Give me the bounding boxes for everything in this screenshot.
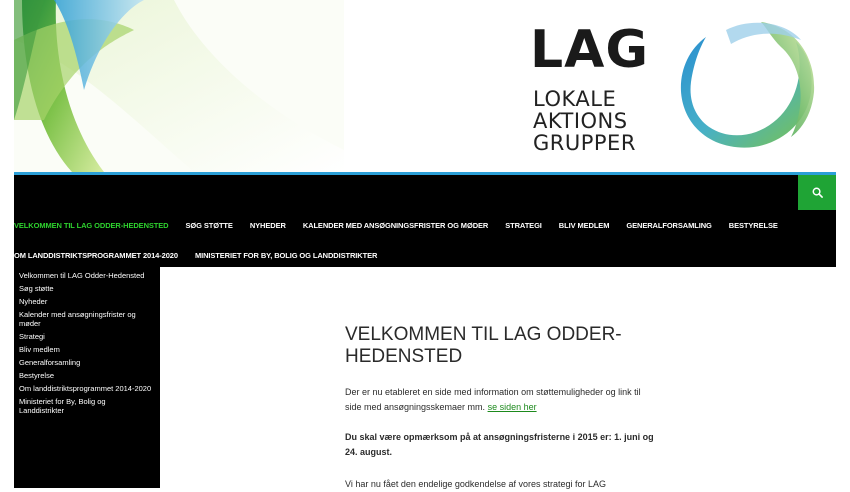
logo-line: GRUPPER: [533, 131, 636, 155]
page: LAG LOKALE AKTIONS GRUPPER VELKOMMEN TIL…: [14, 0, 836, 489]
sidebar-item-soeg-stoette[interactable]: Søg støtte: [14, 284, 160, 293]
logo-line: AKTIONS: [533, 109, 628, 133]
nav-row-secondary: OM LANDDISTRIKTSPROGRAMMET 2014-2020 MIN…: [14, 248, 394, 262]
sidebar-item-velkommen[interactable]: Velkommen til LAG Odder-Hedensted: [14, 271, 160, 280]
header-swoosh-graphic: [14, 0, 344, 172]
nav-item-ministeriet[interactable]: MINISTERIET FOR BY, BOLIG OG LANDDISTRIK…: [195, 251, 377, 260]
deadline-notice: Du skal være opmærksom på at ansøgningsf…: [345, 432, 654, 457]
sidebar-item-nyheder[interactable]: Nyheder: [14, 297, 160, 306]
nav-item-generalforsamling[interactable]: GENERALFORSAMLING: [626, 221, 711, 230]
nav-item-kalender[interactable]: KALENDER MED ANSØGNINGSFRISTER OG MØDER: [303, 221, 489, 230]
sidebar-item-landdistriktsprogrammet[interactable]: Om landdistriktsprogrammet 2014-2020: [14, 384, 160, 393]
sidebar-item-generalforsamling[interactable]: Generalforsamling: [14, 358, 160, 367]
sidebar-item-ministeriet[interactable]: Ministeriet for By, Bolig og Landdistrik…: [14, 397, 160, 415]
main-content: VELKOMMEN TIL LAG ODDER-HEDENSTED Der er…: [160, 267, 836, 489]
search-icon: [812, 187, 823, 198]
nav-row-primary: VELKOMMEN TIL LAG ODDER-HEDENSTED SØG ST…: [14, 218, 795, 232]
sidebar-item-kalender[interactable]: Kalender med ansøgningsfrister og møder: [14, 310, 160, 328]
logo-subtitle: LOKALE AKTIONS GRUPPER: [533, 88, 636, 154]
nav-item-bestyrelse[interactable]: BESTYRELSE: [729, 221, 778, 230]
nav-item-nyheder[interactable]: NYHEDER: [250, 221, 286, 230]
sidebar-item-bliv-medlem[interactable]: Bliv medlem: [14, 345, 160, 354]
nav-item-strategi[interactable]: STRATEGI: [505, 221, 542, 230]
sidebar-item-strategi[interactable]: Strategi: [14, 332, 160, 341]
nav-item-landdistriktsprogrammet[interactable]: OM LANDDISTRIKTSPROGRAMMET 2014-2020: [14, 251, 178, 260]
info-link[interactable]: se siden her: [488, 402, 537, 412]
sidebar-menu: Velkommen til LAG Odder-Hedensted Søg st…: [14, 267, 160, 488]
logo-line: LOKALE: [533, 87, 617, 111]
strategy-paragraph: Vi har nu fået den endelige godkendelse …: [345, 479, 607, 489]
nav-item-velkommen[interactable]: VELKOMMEN TIL LAG ODDER-HEDENSTED: [14, 221, 169, 230]
sidebar-item-bestyrelse[interactable]: Bestyrelse: [14, 371, 160, 380]
logo-ring-icon: [680, 22, 815, 148]
logo-wordmark: LAG: [530, 20, 650, 80]
page-title: VELKOMMEN TIL LAG ODDER-HEDENSTED: [345, 324, 622, 367]
site-header: LAG LOKALE AKTIONS GRUPPER: [14, 0, 836, 172]
nav-item-bliv-medlem[interactable]: BLIV MEDLEM: [559, 221, 610, 230]
search-button[interactable]: [798, 175, 836, 210]
info-paragraph: Der er nu etableret en side med informat…: [345, 385, 655, 415]
nav-item-soeg-stoette[interactable]: SØG STØTTE: [185, 221, 232, 230]
